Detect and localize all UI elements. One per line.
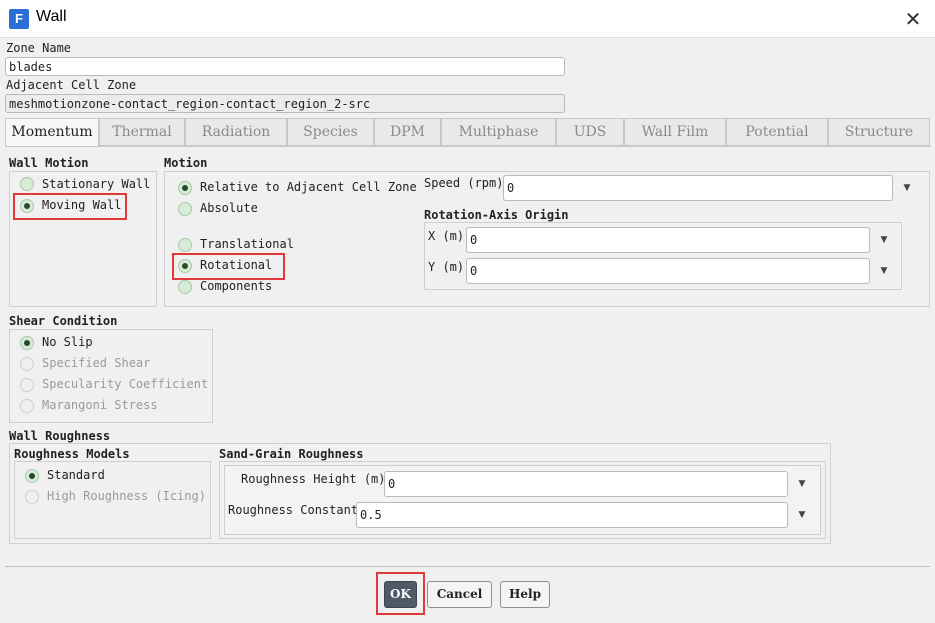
specified-shear-radio <box>20 357 34 371</box>
marangoni-stress-label: Marangoni Stress <box>42 398 158 412</box>
roughness-height-chevron-down-icon[interactable]: ▼ <box>795 474 809 494</box>
speed-chevron-down-icon[interactable]: ▼ <box>900 178 914 198</box>
roughness-constant-label: Roughness Constant <box>228 503 359 517</box>
standard-radio[interactable] <box>25 469 39 483</box>
zone-name-field[interactable]: blades <box>5 57 565 76</box>
tab-dpm[interactable]: DPM <box>374 118 441 146</box>
specified-shear-label: Specified Shear <box>42 356 151 370</box>
wall-roughness-title: Wall Roughness <box>9 429 111 443</box>
relative-label: Relative to Adjacent Cell Zone <box>200 180 417 194</box>
standard-label: Standard <box>47 468 105 482</box>
speed-input[interactable]: 0 <box>503 175 893 201</box>
specularity-coefficient-radio <box>20 378 34 392</box>
close-icon[interactable]: ✕ <box>900 6 926 32</box>
ok-button[interactable]: OK <box>384 581 417 608</box>
tab-thermal[interactable]: Thermal <box>99 118 185 146</box>
tab-uds[interactable]: UDS <box>556 118 624 146</box>
rotation-axis-origin-title: Rotation-Axis Origin <box>424 208 569 222</box>
roughness-constant-chevron-down-icon[interactable]: ▼ <box>795 505 809 525</box>
x-input[interactable]: 0 <box>466 227 870 253</box>
y-label: Y (m) <box>428 260 465 274</box>
roughness-height-input[interactable]: 0 <box>384 471 788 497</box>
marangoni-stress-radio <box>20 399 34 413</box>
window-title: Wall <box>36 8 67 25</box>
roughness-models-title: Roughness Models <box>14 447 130 461</box>
no-slip-label: No Slip <box>42 335 93 349</box>
components-radio[interactable] <box>178 280 192 294</box>
sand-grain-roughness-title: Sand-Grain Roughness <box>219 447 364 461</box>
stationary-wall-radio[interactable] <box>20 177 34 191</box>
no-slip-radio[interactable] <box>20 336 34 350</box>
adjacent-cell-zone-field: meshmotionzone-contact_region-contact_re… <box>5 94 565 113</box>
high-roughness-radio <box>25 490 39 504</box>
components-label: Components <box>200 279 273 293</box>
adjacent-cell-zone-label: Adjacent Cell Zone <box>6 78 137 92</box>
specularity-coefficient-label: Specularity Coefficient <box>42 377 209 391</box>
shear-condition-title: Shear Condition <box>9 314 118 328</box>
motion-title: Motion <box>164 156 208 170</box>
relative-radio[interactable] <box>178 181 192 195</box>
absolute-radio[interactable] <box>178 202 192 216</box>
y-chevron-down-icon[interactable]: ▼ <box>877 261 891 281</box>
x-label: X (m) <box>428 229 465 243</box>
absolute-label: Absolute <box>200 201 258 215</box>
roughness-height-label: Roughness Height (m) <box>241 472 386 486</box>
footer-separator <box>5 566 930 567</box>
high-roughness-label: High Roughness (Icing) <box>47 489 206 503</box>
tab-structure[interactable]: Structure <box>828 118 930 146</box>
moving-wall-radio[interactable] <box>20 199 34 213</box>
title-bar <box>0 0 935 38</box>
rotational-radio[interactable] <box>178 259 192 273</box>
tab-momentum[interactable]: Momentum <box>5 118 99 147</box>
help-button[interactable]: Help <box>500 581 550 608</box>
speed-label: Speed (rpm) <box>424 176 504 190</box>
wall-motion-group <box>9 171 157 307</box>
roughness-constant-input[interactable]: 0.5 <box>356 502 788 528</box>
y-input[interactable]: 0 <box>466 258 870 284</box>
cancel-button[interactable]: Cancel <box>427 581 492 608</box>
wall-motion-title: Wall Motion <box>9 156 89 170</box>
tab-species[interactable]: Species <box>287 118 374 146</box>
tab-multiphase[interactable]: Multiphase <box>441 118 556 146</box>
tab-wall-film[interactable]: Wall Film <box>624 118 726 146</box>
tab-radiation[interactable]: Radiation <box>185 118 287 146</box>
x-chevron-down-icon[interactable]: ▼ <box>877 230 891 250</box>
translational-radio[interactable] <box>178 238 192 252</box>
translational-label: Translational <box>200 237 294 251</box>
app-icon: F <box>9 9 29 29</box>
stationary-wall-label: Stationary Wall <box>42 177 151 191</box>
tab-potential[interactable]: Potential <box>726 118 828 146</box>
moving-wall-label: Moving Wall <box>42 198 122 212</box>
rotational-label: Rotational <box>200 258 273 272</box>
zone-name-label: Zone Name <box>6 41 72 55</box>
